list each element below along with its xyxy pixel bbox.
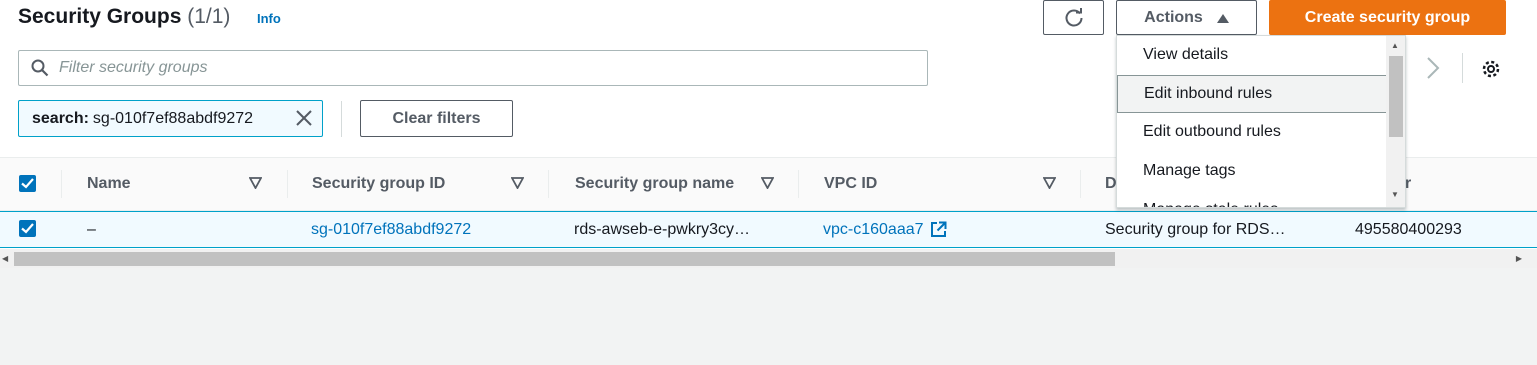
cell-description: Security group for RDS… bbox=[1105, 220, 1286, 238]
clear-filters-button[interactable]: Clear filters bbox=[360, 100, 513, 137]
scroll-right-icon[interactable]: ▶ bbox=[1516, 254, 1522, 263]
filter-token-key: search: bbox=[32, 109, 89, 127]
scroll-left-icon[interactable]: ◀ bbox=[2, 254, 8, 263]
filter-search-field[interactable] bbox=[18, 50, 928, 86]
scroll-down-icon[interactable]: ▼ bbox=[1391, 190, 1399, 199]
cell-security-group-id[interactable]: sg-010f7ef88abdf9272 bbox=[311, 212, 471, 247]
check-icon bbox=[21, 223, 34, 234]
search-icon bbox=[31, 59, 49, 77]
sort-down-icon[interactable] bbox=[761, 177, 774, 189]
page-title: Security Groups (1/1) bbox=[18, 5, 230, 29]
sort-down-icon[interactable] bbox=[511, 177, 524, 189]
scrollbar-thumb[interactable] bbox=[14, 252, 1115, 266]
column-header-security-group-name[interactable]: Security group name bbox=[575, 158, 734, 210]
cell-owner: 495580400293 bbox=[1355, 220, 1462, 238]
menu-item-edit-outbound-rules[interactable]: Edit outbound rules bbox=[1117, 113, 1387, 151]
chevron-right-icon[interactable] bbox=[1425, 56, 1441, 80]
selection-count: (1/1) bbox=[187, 5, 231, 28]
cell-name: – bbox=[87, 220, 96, 238]
menu-item-manage-tags[interactable]: Manage tags bbox=[1117, 152, 1387, 190]
filter-token-value: sg-010f7ef88abdf9272 bbox=[92, 109, 254, 127]
cell-vpc-id: vpc-c160aaa7 bbox=[823, 212, 947, 247]
external-link-icon[interactable] bbox=[930, 221, 947, 238]
scroll-up-icon[interactable]: ▲ bbox=[1391, 41, 1399, 50]
column-separator bbox=[1080, 170, 1081, 198]
caret-up-icon bbox=[1216, 13, 1229, 23]
close-icon[interactable] bbox=[294, 108, 314, 128]
sort-down-icon[interactable] bbox=[249, 177, 262, 189]
actions-dropdown-menu: View details Edit inbound rules Edit out… bbox=[1116, 35, 1406, 208]
cell-security-group-name: rds-awseb-e-pwkry3cy… bbox=[574, 220, 751, 238]
actions-button-label: Actions bbox=[1144, 8, 1203, 26]
security-groups-panel: Security Groups (1/1) Info Actions Creat… bbox=[0, 0, 1537, 268]
menu-item-edit-inbound-rules[interactable]: Edit inbound rules bbox=[1117, 75, 1387, 113]
search-input[interactable] bbox=[59, 59, 919, 77]
pager-divider bbox=[1462, 53, 1463, 83]
column-separator bbox=[287, 170, 288, 198]
column-header-description[interactable]: D bbox=[1105, 158, 1117, 210]
filter-divider bbox=[341, 101, 342, 137]
column-separator bbox=[548, 170, 549, 198]
menu-item-view-details[interactable]: View details bbox=[1117, 36, 1387, 74]
column-header-vpc-id[interactable]: VPC ID bbox=[824, 158, 877, 210]
row-checkbox[interactable] bbox=[19, 220, 36, 237]
gear-icon[interactable] bbox=[1480, 58, 1502, 80]
page-title-text: Security Groups bbox=[18, 5, 182, 28]
table-row[interactable]: – sg-010f7ef88abdf9272 rds-awseb-e-pwkry… bbox=[0, 211, 1537, 248]
actions-button[interactable]: Actions bbox=[1116, 0, 1257, 35]
select-all-checkbox[interactable] bbox=[19, 175, 36, 192]
filter-token: search: sg-010f7ef88abdf9272 bbox=[18, 100, 323, 137]
column-separator bbox=[798, 170, 799, 198]
column-separator bbox=[61, 170, 62, 198]
vpc-id-link[interactable]: vpc-c160aaa7 bbox=[823, 221, 924, 239]
column-header-name[interactable]: Name bbox=[87, 158, 131, 210]
create-security-group-button[interactable]: Create security group bbox=[1269, 0, 1506, 35]
refresh-button[interactable] bbox=[1043, 0, 1104, 35]
info-link[interactable]: Info bbox=[257, 11, 281, 26]
menu-scrollbar-thumb[interactable] bbox=[1389, 56, 1403, 137]
menu-item-manage-stale-rules[interactable]: Manage stale rules bbox=[1117, 191, 1387, 207]
refresh-icon bbox=[1065, 7, 1082, 26]
column-header-security-group-id[interactable]: Security group ID bbox=[312, 158, 445, 210]
horizontal-scrollbar[interactable]: ◀ ▶ bbox=[0, 249, 1537, 268]
check-icon bbox=[21, 178, 34, 189]
sort-down-icon[interactable] bbox=[1043, 177, 1056, 189]
menu-scrollbar[interactable]: ▲ ▼ bbox=[1386, 36, 1405, 207]
